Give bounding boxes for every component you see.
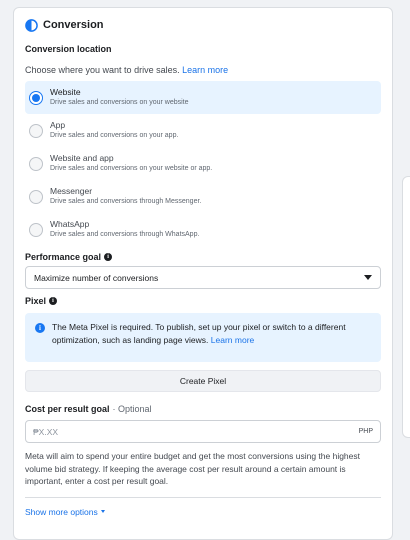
card-title: Conversion (43, 19, 104, 31)
cost-per-result-field[interactable]: PHP (25, 420, 381, 443)
info-icon[interactable]: i (104, 253, 113, 261)
option-whatsapp[interactable]: WhatsApp Drive sales and conversions thr… (25, 213, 381, 246)
conversion-card: Conversion Conversion location Choose wh… (13, 7, 393, 540)
optional-tag: · Optional (112, 404, 152, 414)
radio-whatsapp[interactable] (29, 222, 43, 237)
pixel-label: Pixel i (25, 295, 381, 307)
option-description: Drive sales and conversions on your webs… (50, 165, 213, 172)
performance-goal-label: Performance goal i (25, 251, 381, 263)
conversion-location-options: Website Drive sales and conversions on y… (25, 81, 381, 246)
option-description: Drive sales and conversions through Mess… (50, 198, 202, 205)
radio-messenger[interactable] (29, 189, 43, 204)
chevron-down-icon (100, 510, 105, 513)
create-pixel-label: Create Pixel (179, 376, 227, 386)
notice-message: The Meta Pixel is required. To publish, … (52, 322, 346, 345)
option-title: WhatsApp (50, 219, 90, 229)
show-more-options-link[interactable]: Show more options (25, 507, 381, 517)
option-app[interactable]: App Drive sales and conversions on your … (25, 114, 381, 147)
option-text: Website Drive sales and conversions on y… (50, 87, 189, 108)
performance-goal-value: Maximize number of conversions (34, 272, 159, 283)
performance-goal-select[interactable]: Maximize number of conversions (25, 266, 381, 289)
radio-website[interactable] (29, 90, 43, 105)
prompt-text: Choose where you want to drive sales. (25, 65, 180, 75)
radio-website-and-app[interactable] (29, 156, 43, 171)
performance-goal-text: Performance goal (25, 252, 102, 262)
create-pixel-button[interactable]: Create Pixel (25, 370, 381, 392)
cost-help-text: Meta will aim to spend your entire budge… (25, 451, 360, 486)
cost-per-result-label: Cost per result goal · Optional (25, 403, 381, 415)
option-title: Messenger (50, 186, 93, 196)
cost-per-result-input[interactable] (33, 426, 293, 437)
pixel-notice-text: The Meta Pixel is required. To publish, … (52, 321, 371, 347)
pixel-text: Pixel (25, 296, 47, 306)
pixel-notice: i The Meta Pixel is required. To publish… (25, 313, 381, 362)
caret-down-icon (364, 275, 372, 280)
notice-learn-more-link[interactable]: Learn more (211, 335, 254, 345)
option-description: Drive sales and conversions on your app. (50, 132, 179, 139)
option-title: App (50, 120, 66, 130)
info-icon[interactable]: i (49, 297, 58, 305)
option-website[interactable]: Website Drive sales and conversions on y… (25, 81, 381, 114)
option-description: Drive sales and conversions through What… (50, 231, 200, 238)
option-text: Messenger Drive sales and conversions th… (50, 186, 201, 207)
radio-selected-dot (32, 93, 40, 102)
option-text: WhatsApp Drive sales and conversions thr… (50, 219, 199, 240)
radio-app[interactable] (29, 123, 43, 138)
conversion-location-label: Conversion location (25, 44, 112, 54)
conversion-location-prompt: Choose where you want to drive sales. Le… (25, 65, 381, 79)
option-website-and-app[interactable]: Website and app Drive sales and conversi… (25, 147, 381, 180)
option-title: Website (50, 87, 81, 97)
currency-label: PHP (358, 428, 373, 435)
divider (25, 496, 381, 498)
option-text: App Drive sales and conversions on your … (50, 120, 178, 141)
info-circle-icon: i (35, 323, 45, 333)
card-header: Conversion (25, 10, 381, 40)
background-card (402, 176, 410, 438)
show-more-label: Show more options (25, 506, 98, 517)
half-contrast-icon (25, 18, 38, 32)
option-messenger[interactable]: Messenger Drive sales and conversions th… (25, 180, 381, 213)
learn-more-link[interactable]: Learn more (182, 65, 228, 75)
option-title: Website and app (50, 153, 114, 163)
cost-label-text: Cost per result goal (25, 404, 110, 414)
option-description: Drive sales and conversions on your webs… (50, 99, 189, 106)
option-text: Website and app Drive sales and conversi… (50, 153, 212, 174)
